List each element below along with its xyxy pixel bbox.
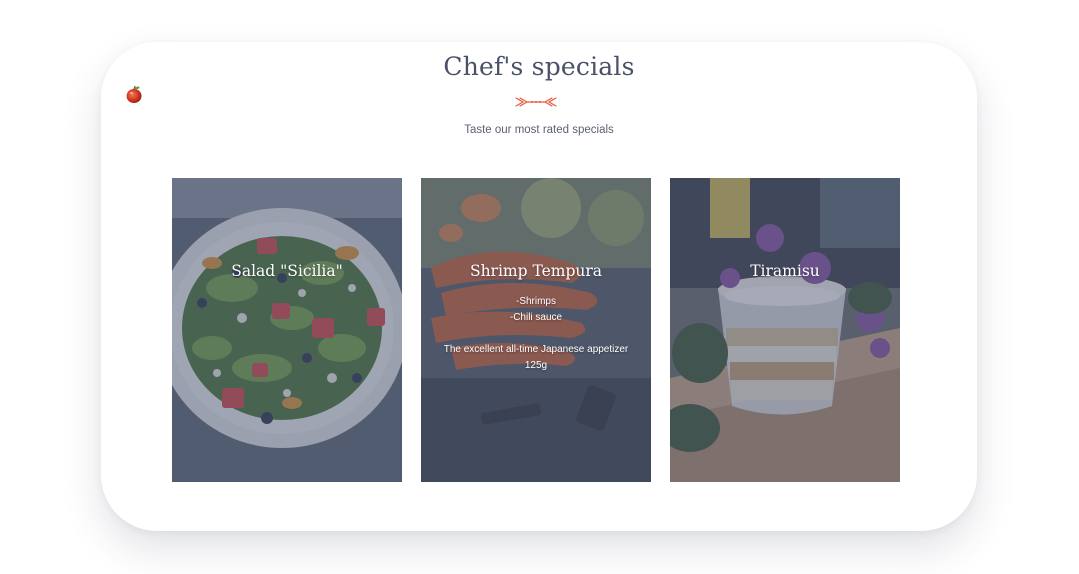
section-title: Chef's specials bbox=[443, 52, 635, 81]
special-card-salad[interactable]: Salad "Sicilia" bbox=[172, 178, 402, 482]
page: Chef's specials Taste our most rated spe… bbox=[0, 0, 1079, 574]
arrow-ornament-icon bbox=[515, 97, 557, 107]
ingredient-line: -Shrimps bbox=[515, 296, 556, 307]
card-content: Salad "Sicilia" bbox=[172, 262, 402, 294]
special-card-tiramisu[interactable]: Tiramisu bbox=[670, 178, 900, 482]
card-content: Tiramisu bbox=[670, 262, 900, 294]
card-overlay bbox=[172, 178, 402, 482]
card-title: Tiramisu bbox=[750, 262, 820, 280]
section-subtitle: Taste our most rated specials bbox=[464, 124, 614, 136]
specials-panel: Chef's specials Taste our most rated spe… bbox=[101, 42, 977, 531]
apple-icon bbox=[126, 85, 142, 103]
card-title: Salad "Sicilia" bbox=[231, 262, 343, 280]
card-weight: 125g bbox=[524, 360, 548, 371]
card-description: The excellent all-time Japanese appetize… bbox=[443, 344, 629, 355]
card-title: Shrimp Tempura bbox=[469, 262, 603, 280]
special-card-shrimp-tempura[interactable]: Shrimp Tempura -Shrimps -Chili sauce The… bbox=[421, 178, 651, 482]
card-content: Shrimp Tempura -Shrimps -Chili sauce The… bbox=[421, 262, 651, 374]
ingredient-line: -Chili sauce bbox=[509, 312, 563, 323]
card-overlay bbox=[670, 178, 900, 482]
